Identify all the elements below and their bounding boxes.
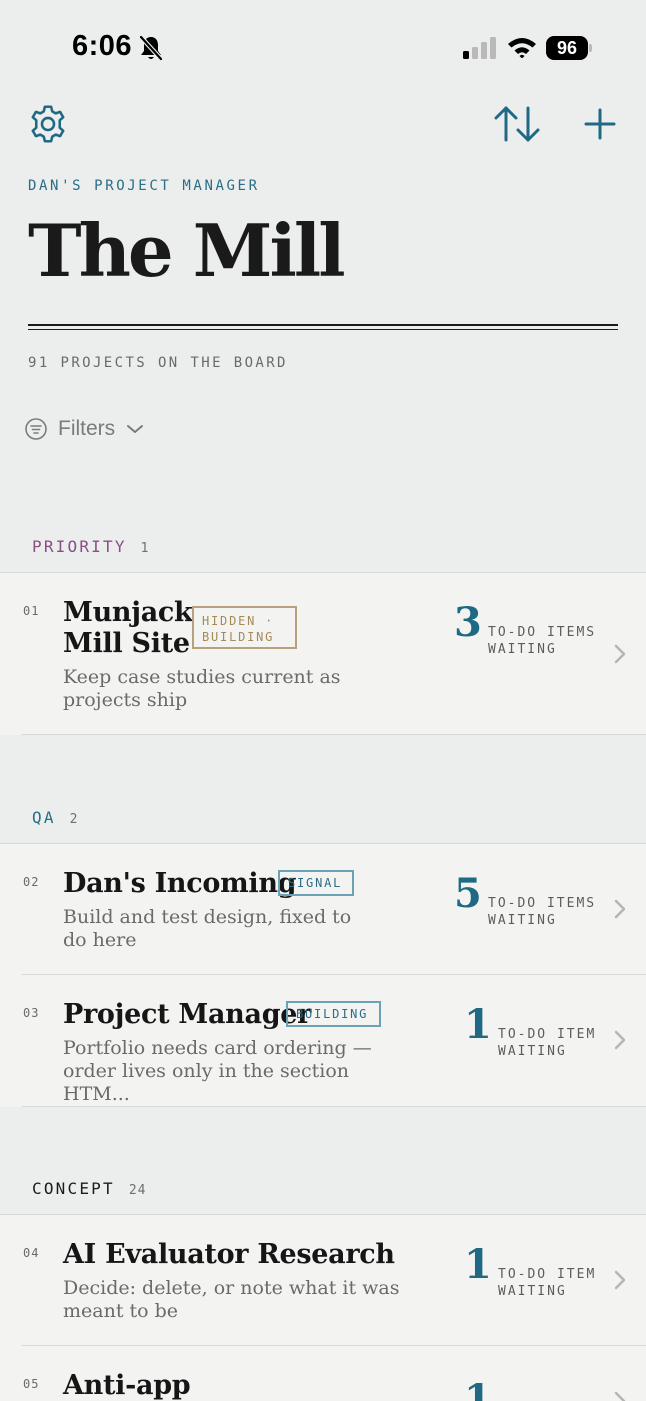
todo-label-line: TO-DO ITEM	[498, 1267, 597, 1282]
project-description: Build and test design, fixed to do here	[63, 906, 393, 952]
description-line: order lives only in the section HTM...	[63, 1060, 350, 1105]
section-count: 1	[140, 541, 150, 556]
filters-button[interactable]: Filters	[24, 414, 145, 444]
settings-gear-icon[interactable]	[26, 102, 70, 146]
todo-label: TO-DO ITEMS WAITING	[488, 624, 596, 658]
chevron-right-icon	[614, 644, 626, 664]
section-name: QA	[32, 808, 56, 827]
section-header-priority: PRIORITY 1	[32, 537, 150, 556]
project-title: Dan's Incoming	[63, 868, 297, 899]
project-row[interactable]: 05 Anti-app 1	[0, 1346, 646, 1401]
todo-label-line: TO-DO ITEM	[498, 1027, 597, 1042]
wifi-icon	[508, 38, 536, 58]
section-name: CONCEPT	[32, 1179, 115, 1198]
sort-arrows-icon[interactable]	[492, 102, 542, 146]
todo-label-line: TO-DO ITEMS	[488, 896, 597, 911]
status-tag: SIGNAL	[278, 870, 354, 896]
filters-label: Filters	[58, 417, 116, 440]
title-rule-thin	[28, 329, 618, 330]
row-divider	[22, 1106, 646, 1107]
project-number: 02	[23, 875, 40, 889]
add-project-icon[interactable]	[580, 104, 620, 144]
project-title-line: Munjack	[63, 597, 193, 628]
battery-level: 96	[546, 36, 588, 60]
todo-count: 1	[464, 1001, 492, 1048]
section-header-concept: CONCEPT 24	[32, 1179, 147, 1198]
chevron-down-icon	[127, 425, 144, 433]
section-count: 2	[69, 812, 79, 827]
project-title-line: Mill Site	[63, 628, 190, 659]
status-tag: BUILDING	[286, 1001, 381, 1027]
project-row[interactable]: 03 Project Manager BUILDING Portfolio ne…	[0, 975, 646, 1106]
tag-line: BUILDING	[202, 630, 275, 644]
todo-label-line: WAITING	[498, 1284, 567, 1299]
project-count: 91 PROJECTS ON THE BOARD	[28, 355, 288, 371]
status-tag: HIDDEN · BUILDING	[192, 606, 297, 649]
section-header-qa: QA 2	[32, 808, 79, 827]
chevron-right-icon	[614, 1030, 626, 1050]
project-title: AI Evaluator Research	[63, 1239, 395, 1270]
project-row[interactable]: 04 AI Evaluator Research Decide: delete,…	[0, 1215, 646, 1346]
todo-label: TO-DO ITEM WAITING	[498, 1266, 596, 1300]
todo-count: 1	[464, 1241, 492, 1288]
battery-icon: 96	[546, 36, 592, 60]
section-list-concept: 04 AI Evaluator Research Decide: delete,…	[0, 1214, 646, 1401]
bell-slash-icon	[139, 35, 163, 61]
project-number: 04	[23, 1246, 40, 1260]
page-title: The Mill	[28, 208, 346, 293]
project-title: Anti-app	[63, 1370, 191, 1401]
todo-label: TO-DO ITEM WAITING	[498, 1026, 596, 1060]
project-number: 05	[23, 1377, 40, 1391]
todo-count: 1	[464, 1376, 492, 1401]
description-line: Portfolio needs card ordering —	[63, 1037, 372, 1059]
todo-label-line: WAITING	[488, 642, 557, 657]
description-line: Build and test design, fixed to	[63, 906, 352, 928]
chevron-right-icon	[614, 1270, 626, 1290]
section-name: PRIORITY	[32, 537, 127, 556]
chevron-right-icon	[614, 899, 626, 919]
todo-count: 5	[454, 870, 482, 917]
app-eyebrow: DAN'S PROJECT MANAGER	[28, 178, 260, 194]
section-list-priority: 01 Munjack Mill Site HIDDEN · BUILDING K…	[0, 572, 646, 735]
description-line: projects ship	[63, 689, 188, 711]
todo-label-line: WAITING	[498, 1044, 567, 1059]
title-rule	[28, 324, 618, 326]
todo-label-line: TO-DO ITEMS	[488, 625, 597, 640]
todo-label-line: WAITING	[488, 913, 557, 928]
section-count: 24	[128, 1183, 147, 1198]
project-description: Decide: delete, or note what it was mean…	[63, 1277, 413, 1323]
description-line: do here	[63, 929, 137, 951]
status-bar: 6:06 96	[0, 0, 646, 96]
status-time: 6:06	[72, 30, 133, 62]
project-description: Keep case studies current as projects sh…	[63, 666, 393, 712]
cellular-signal-icon	[463, 37, 496, 59]
todo-count: 3	[454, 599, 482, 646]
project-number: 03	[23, 1006, 40, 1020]
description-line: meant to be	[63, 1300, 179, 1322]
description-line: Decide: delete, or note what it was	[63, 1277, 400, 1299]
chevron-right-icon	[614, 1391, 626, 1401]
row-divider	[22, 734, 646, 735]
filter-icon	[25, 418, 47, 440]
project-row[interactable]: 02 Dan's Incoming SIGNAL Build and test …	[0, 844, 646, 975]
project-description: Portfolio needs card ordering — order li…	[63, 1037, 413, 1106]
todo-label: TO-DO ITEMS WAITING	[488, 895, 596, 929]
description-line: Keep case studies current as	[63, 666, 341, 688]
section-list-qa: 02 Dan's Incoming SIGNAL Build and test …	[0, 843, 646, 1107]
tag-line: HIDDEN ·	[202, 614, 275, 628]
project-title: Project Manager	[63, 999, 312, 1030]
project-title: Munjack Mill Site	[63, 597, 193, 659]
project-row[interactable]: 01 Munjack Mill Site HIDDEN · BUILDING K…	[0, 573, 646, 735]
project-number: 01	[23, 604, 40, 618]
